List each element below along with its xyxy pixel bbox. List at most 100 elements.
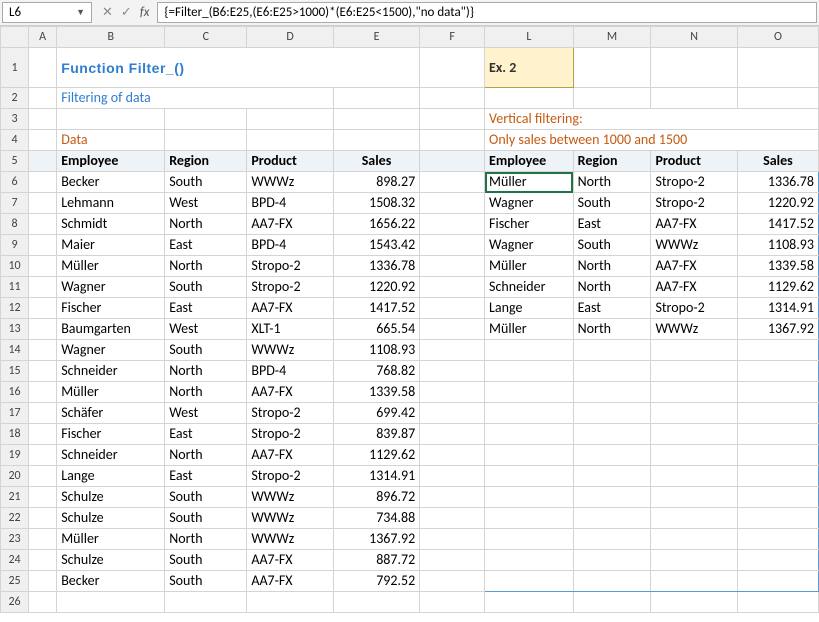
cell[interactable]: 1129.62 — [333, 445, 419, 466]
cell[interactable]: South — [165, 487, 247, 508]
cell[interactable]: 1417.52 — [737, 214, 818, 235]
cancel-icon[interactable]: ✕ — [102, 5, 113, 20]
cell[interactable]: South — [165, 277, 247, 298]
cell[interactable]: Stropo-2 — [247, 256, 333, 277]
cell[interactable] — [485, 361, 574, 382]
cell[interactable]: Stropo-2 — [651, 193, 737, 214]
cell[interactable]: BPD-4 — [247, 235, 333, 256]
cell[interactable] — [57, 109, 165, 130]
cell[interactable] — [29, 571, 57, 592]
cell[interactable]: Data — [57, 130, 165, 151]
row-header[interactable]: 17 — [1, 403, 29, 424]
cell[interactable]: South — [165, 508, 247, 529]
cell[interactable]: Stropo-2 — [247, 466, 333, 487]
cell[interactable] — [573, 403, 651, 424]
cell[interactable]: East — [165, 466, 247, 487]
row-header[interactable]: 7 — [1, 193, 29, 214]
cell[interactable] — [651, 487, 737, 508]
cell[interactable]: West — [165, 403, 247, 424]
row-header[interactable]: 6 — [1, 172, 29, 193]
row-header[interactable]: 2 — [1, 88, 29, 109]
cell[interactable] — [420, 361, 485, 382]
row-header[interactable]: 25 — [1, 571, 29, 592]
cell[interactable] — [29, 48, 57, 88]
cell[interactable] — [737, 88, 818, 109]
cell[interactable] — [573, 550, 651, 571]
row-header[interactable]: 4 — [1, 130, 29, 151]
cell[interactable]: AA7-FX — [247, 550, 333, 571]
cell[interactable]: South — [165, 550, 247, 571]
cell[interactable]: Wagner — [57, 277, 165, 298]
cell[interactable] — [420, 487, 485, 508]
cell[interactable] — [485, 466, 574, 487]
cell[interactable] — [420, 403, 485, 424]
row-header[interactable]: 23 — [1, 529, 29, 550]
cell[interactable] — [420, 130, 485, 151]
cell[interactable]: 1543.42 — [333, 235, 419, 256]
cell[interactable]: Employee — [57, 151, 165, 172]
cell[interactable]: Sales — [333, 151, 419, 172]
cell[interactable]: 1367.92 — [333, 529, 419, 550]
col-header[interactable]: N — [651, 27, 737, 48]
cell[interactable] — [29, 151, 57, 172]
cell[interactable]: Schmidt — [57, 214, 165, 235]
cell[interactable]: 1417.52 — [333, 298, 419, 319]
cell[interactable] — [420, 508, 485, 529]
cell[interactable] — [485, 88, 574, 109]
formula-input[interactable]: {=Filter_(B6:E25,(E6:E25>1000)*(E6:E25<1… — [157, 2, 817, 23]
cell[interactable]: Vertical filtering: — [485, 109, 819, 130]
cell[interactable] — [165, 592, 247, 613]
cell[interactable] — [420, 277, 485, 298]
cell[interactable]: 1220.92 — [333, 277, 419, 298]
enter-icon[interactable]: ✓ — [121, 5, 132, 20]
cell[interactable] — [651, 48, 737, 88]
cell[interactable] — [485, 571, 574, 592]
cell[interactable] — [485, 382, 574, 403]
cell[interactable] — [573, 529, 651, 550]
cell[interactable]: North — [165, 382, 247, 403]
cell[interactable] — [247, 130, 333, 151]
cell[interactable]: 792.52 — [333, 571, 419, 592]
cell[interactable]: North — [165, 361, 247, 382]
cell[interactable] — [420, 214, 485, 235]
row-header[interactable]: 19 — [1, 445, 29, 466]
cell[interactable] — [29, 466, 57, 487]
cell[interactable]: Fischer — [485, 214, 574, 235]
cell[interactable]: 1129.62 — [737, 277, 818, 298]
cell[interactable]: AA7-FX — [247, 445, 333, 466]
cell[interactable]: East — [573, 298, 651, 319]
cell[interactable] — [420, 193, 485, 214]
cell[interactable] — [420, 592, 485, 613]
cell[interactable]: 887.72 — [333, 550, 419, 571]
cell[interactable] — [651, 403, 737, 424]
cell[interactable] — [420, 550, 485, 571]
cell[interactable] — [420, 571, 485, 592]
cell[interactable]: AA7-FX — [247, 382, 333, 403]
cell[interactable] — [57, 592, 165, 613]
cell[interactable] — [485, 340, 574, 361]
cell[interactable]: North — [573, 172, 651, 193]
row-header[interactable]: 16 — [1, 382, 29, 403]
cell[interactable] — [485, 403, 574, 424]
cell[interactable]: Product — [651, 151, 737, 172]
cell[interactable] — [29, 445, 57, 466]
cell[interactable]: WWWz — [247, 508, 333, 529]
cell[interactable]: BPD-4 — [247, 193, 333, 214]
row-header[interactable]: 5 — [1, 151, 29, 172]
cell[interactable] — [29, 508, 57, 529]
cell[interactable]: 1339.58 — [737, 256, 818, 277]
cell[interactable]: East — [165, 298, 247, 319]
cell[interactable]: Lehmann — [57, 193, 165, 214]
cell[interactable] — [29, 235, 57, 256]
cell[interactable]: Müller — [485, 256, 574, 277]
cell[interactable] — [737, 592, 818, 613]
col-header[interactable]: E — [333, 27, 419, 48]
cell[interactable] — [573, 571, 651, 592]
cell[interactable]: South — [165, 340, 247, 361]
cell[interactable]: 1336.78 — [737, 172, 818, 193]
cell[interactable] — [420, 151, 485, 172]
cell[interactable] — [29, 487, 57, 508]
cell[interactable]: North — [165, 529, 247, 550]
cell[interactable] — [651, 466, 737, 487]
cell[interactable] — [420, 109, 485, 130]
